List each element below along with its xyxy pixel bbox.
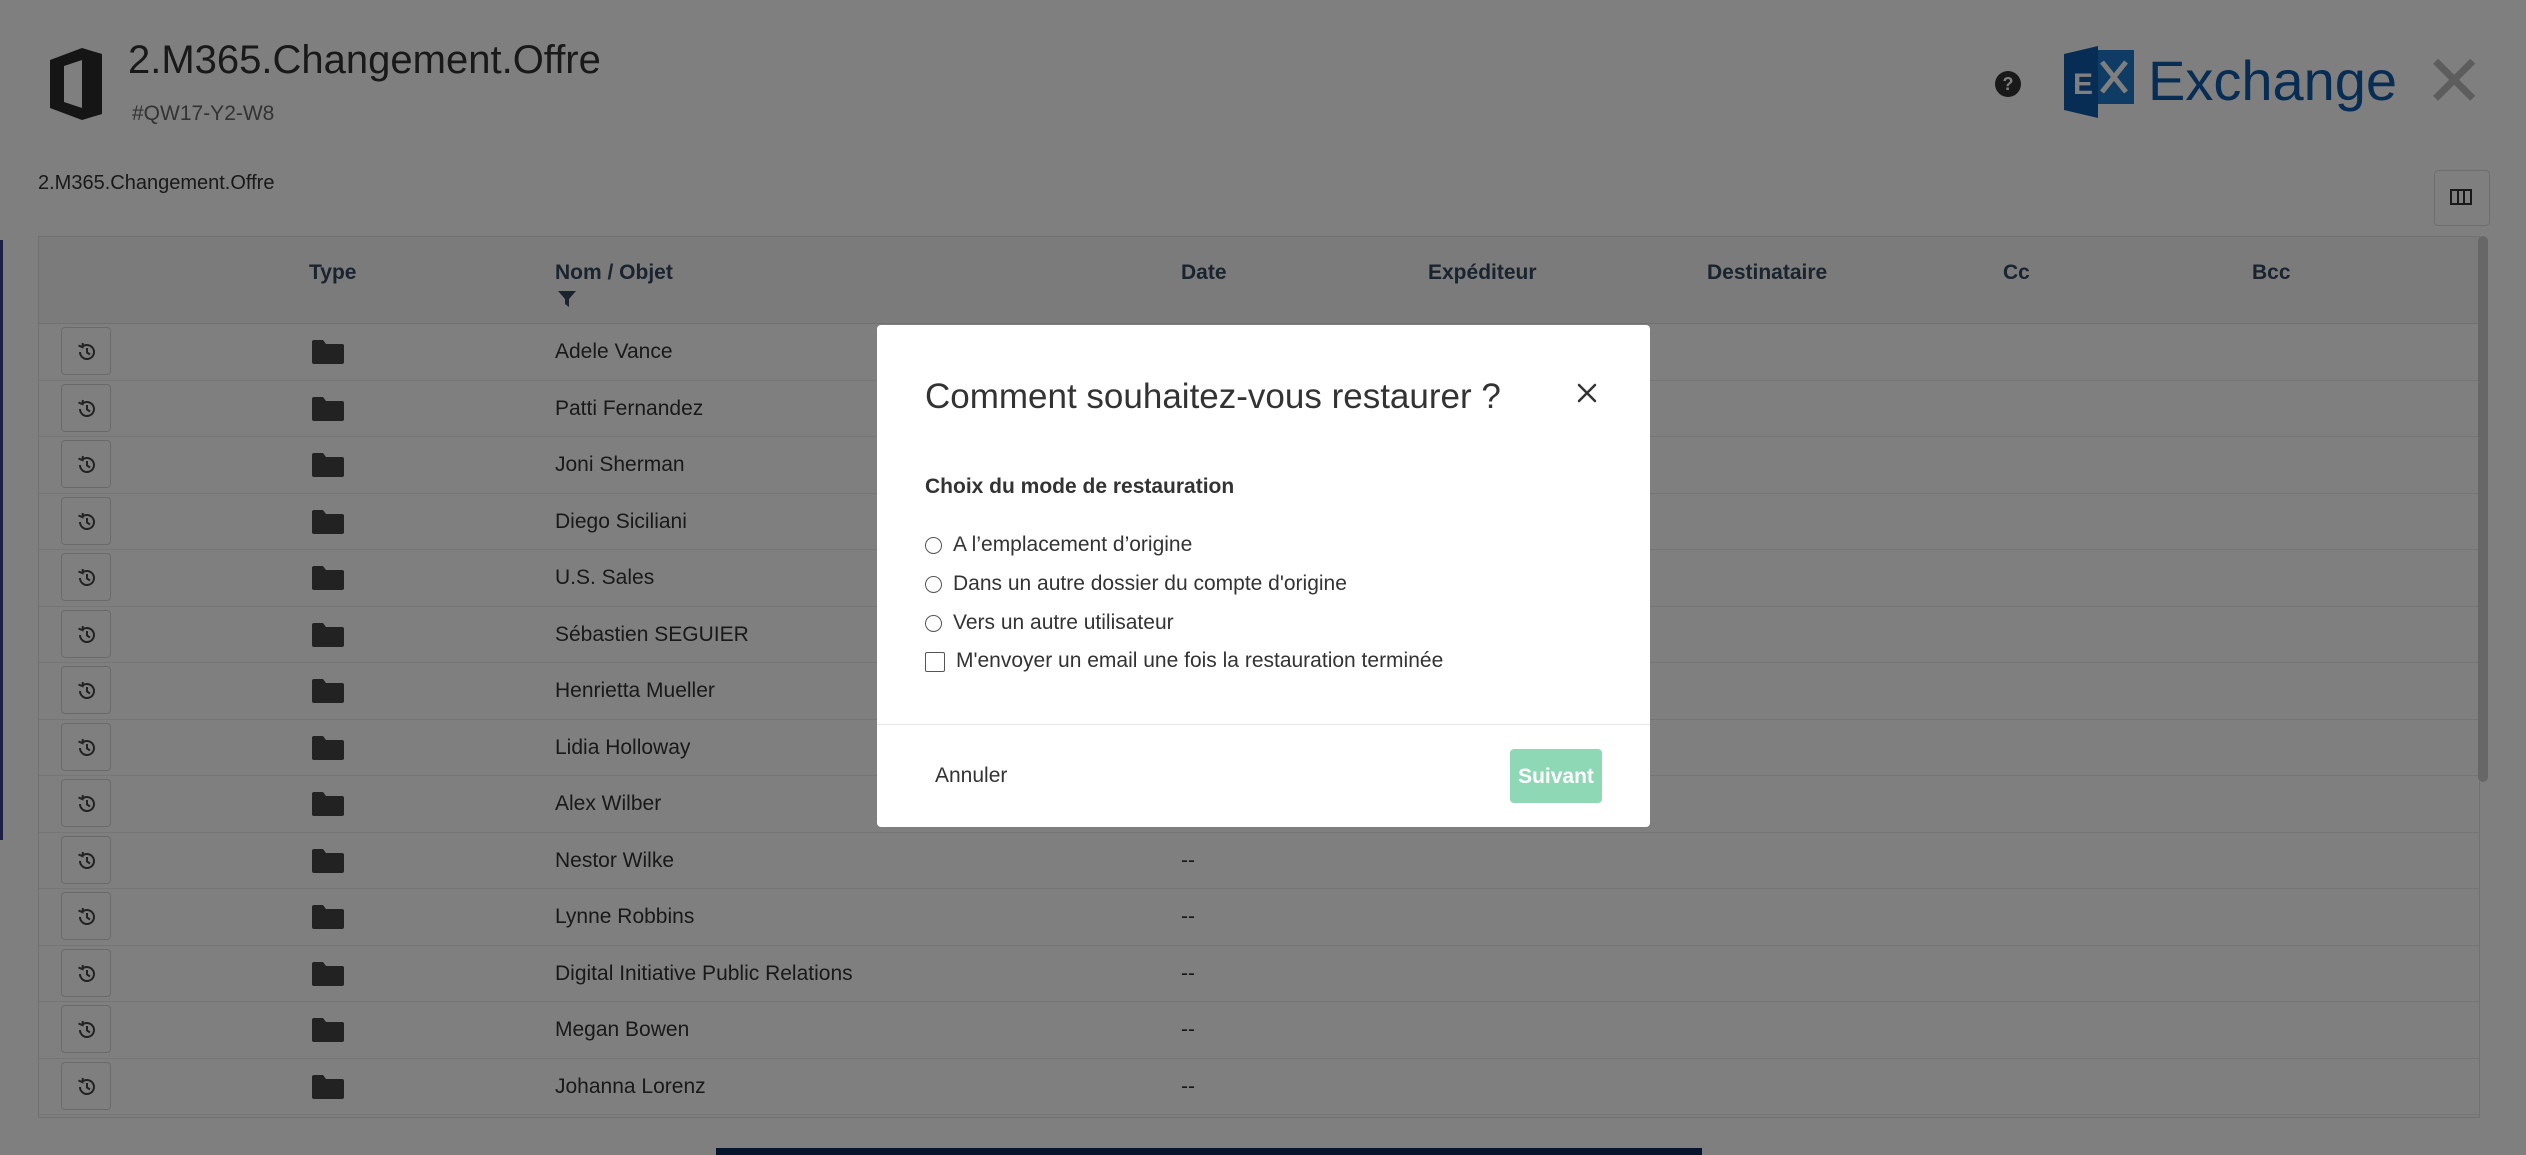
restore-mode-label: Choix du mode de restauration — [925, 475, 1235, 498]
restore-mode-dialog: Comment souhaitez-vous restaurer ? Choix… — [877, 325, 1650, 827]
dialog-footer: Annuler Suivant — [877, 724, 1650, 828]
radio-circle[interactable] — [925, 615, 942, 632]
checkbox-box[interactable] — [925, 652, 945, 672]
radio-circle[interactable] — [925, 537, 942, 554]
checkbox-label[interactable]: M'envoyer un email une fois la restaurat… — [956, 649, 1443, 673]
radio-label[interactable]: A l’emplacement d’origine — [953, 533, 1192, 557]
radio-label[interactable]: Dans un autre dossier du compte d'origin… — [953, 572, 1347, 596]
close-icon[interactable] — [1571, 377, 1603, 409]
radio-label[interactable]: Vers un autre utilisateur — [953, 611, 1174, 635]
radio-circle[interactable] — [925, 576, 942, 593]
cancel-button[interactable]: Annuler — [925, 749, 1017, 803]
next-button[interactable]: Suivant — [1510, 749, 1602, 803]
dialog-title: Comment souhaitez-vous restaurer ? — [925, 377, 1501, 416]
